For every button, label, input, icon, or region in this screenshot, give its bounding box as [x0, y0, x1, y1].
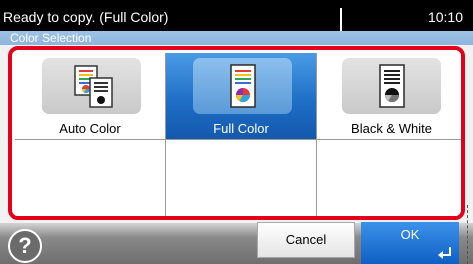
- status-time: 10:10: [427, 9, 463, 25]
- empty-option-slot: [317, 140, 461, 216]
- dotted-edge: [467, 205, 468, 264]
- black-and-white-button[interactable]: Black & White: [317, 53, 461, 140]
- section-title: Color Selection: [0, 31, 473, 45]
- black-and-white-label: Black & White: [351, 121, 432, 136]
- status-bar: Ready to copy. (Full Color) 10:10: [0, 0, 473, 31]
- option-highlight-frame: Auto Color Full Color Black & White: [8, 46, 465, 220]
- status-divider: [340, 8, 342, 31]
- help-button[interactable]: ?: [8, 229, 42, 263]
- black-and-white-icon: [342, 58, 441, 114]
- return-icon: [438, 247, 451, 259]
- full-color-label: Full Color: [213, 121, 269, 136]
- empty-option-slot: [166, 140, 317, 216]
- status-message: Ready to copy. (Full Color): [3, 9, 169, 25]
- ok-label: OK: [400, 227, 420, 242]
- ok-button[interactable]: OK: [361, 222, 459, 264]
- full-color-button[interactable]: Full Color: [166, 53, 317, 140]
- auto-color-button[interactable]: Auto Color: [15, 53, 166, 140]
- cancel-button[interactable]: Cancel: [257, 222, 355, 258]
- auto-color-label: Auto Color: [59, 121, 121, 136]
- full-color-icon: [193, 58, 292, 114]
- auto-color-icon: [42, 58, 141, 114]
- color-option-grid: Auto Color Full Color Black & White: [15, 53, 461, 216]
- empty-option-slot: [15, 140, 166, 216]
